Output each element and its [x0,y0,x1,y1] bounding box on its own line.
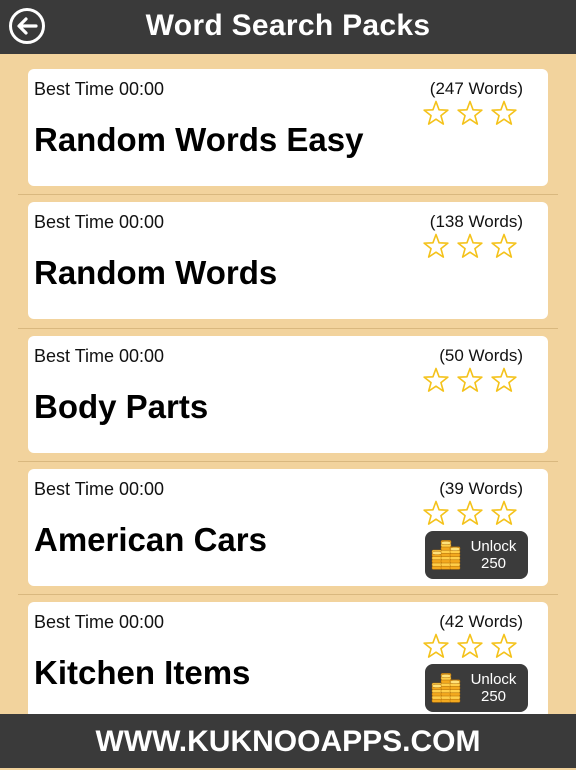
star-icon [491,100,517,125]
star-rating [422,366,524,394]
pack-title: Body Parts [34,388,209,425]
pack-card-kitchen-items[interactable]: Best Time 00:00 (42 Words) Kitchen Items… [28,602,548,714]
pack-title: Random Words [34,254,278,291]
unlock-cost: 250 [480,688,507,705]
best-time-label: Best Time 00:00 [34,79,165,99]
pack-title: Kitchen Items [34,654,251,691]
best-time-label: Best Time 00:00 [34,346,165,366]
word-count-label: (50 Words) [439,346,523,365]
star-icon [423,100,449,125]
star-icon [423,633,449,658]
star-icon [491,500,517,525]
page-title: Word Search Packs [145,9,431,42]
divider [18,328,558,329]
pack-card-random-words[interactable]: Best Time 00:00 (138 Words) Random Words [28,202,548,319]
word-count-label: (138 Words) [429,212,523,231]
website-banner[interactable]: WWW.KUKNOOAPPS.COM [0,714,576,768]
unlock-label: Unlock [470,671,517,688]
star-rating [422,99,524,127]
pack-list[interactable]: Best Time 00:00 (247 Words) Random Words… [0,54,576,714]
word-count-label: (39 Words) [439,479,523,498]
unlock-button[interactable]: Unlock 250 [425,531,528,579]
star-icon [457,500,483,525]
pack-card-body-parts[interactable]: Best Time 00:00 (50 Words) Body Parts [28,336,548,453]
star-icon [491,233,517,258]
top-bar: Word Search Packs [0,0,576,54]
best-time-label: Best Time 00:00 [34,212,165,232]
pack-title: American Cars [34,521,267,558]
unlock-button[interactable]: Unlock 250 [425,664,528,712]
word-count-label: (42 Words) [439,612,523,631]
star-icon [457,633,483,658]
best-time-label: Best Time 00:00 [34,612,165,632]
star-rating [422,499,524,527]
pack-title: Random Words Easy [34,121,364,158]
star-rating [422,632,524,660]
star-icon [457,100,483,125]
unlock-label: Unlock [470,538,517,555]
star-icon [457,233,483,258]
star-icon [423,367,449,392]
star-icon [491,367,517,392]
divider [18,194,558,195]
coin-stack-icon [430,672,462,711]
star-icon [491,633,517,658]
star-icon [423,233,449,258]
star-icon [423,500,449,525]
star-icon [457,367,483,392]
star-rating [422,232,524,260]
coin-stack-icon [430,539,462,578]
pack-card-american-cars[interactable]: Best Time 00:00 (39 Words) American Cars… [28,469,548,586]
unlock-cost: 250 [480,555,507,572]
divider [18,594,558,595]
best-time-label: Best Time 00:00 [34,479,165,499]
word-count-label: (247 Words) [429,79,523,98]
pack-card-random-words-easy[interactable]: Best Time 00:00 (247 Words) Random Words… [28,69,548,186]
divider [18,461,558,462]
